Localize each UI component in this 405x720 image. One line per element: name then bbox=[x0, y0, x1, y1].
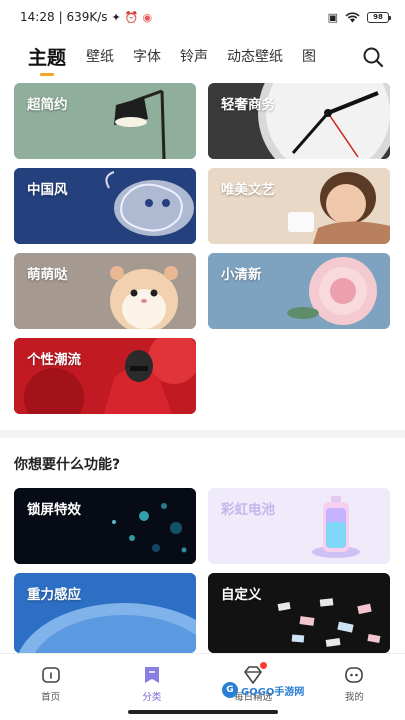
tab-live-wallpaper[interactable]: 动态壁纸 bbox=[227, 46, 283, 66]
tab-wallpaper[interactable]: 壁纸 bbox=[86, 46, 114, 66]
category-card-trendy[interactable]: 个性潮流 bbox=[14, 338, 196, 414]
tab-icon[interactable]: 图 bbox=[302, 46, 316, 66]
tab-theme[interactable]: 主题 bbox=[28, 43, 66, 76]
search-icon[interactable] bbox=[361, 45, 385, 69]
tab-font[interactable]: 字体 bbox=[133, 46, 161, 66]
status-bar: 14:28 | 639K/s ✦ ⏰ ◉ ▣ 98 bbox=[0, 0, 405, 34]
category-label: 唯美文艺 bbox=[221, 182, 275, 198]
function-label: 彩虹电池 bbox=[221, 502, 275, 518]
status-time: 14:28 bbox=[20, 10, 55, 24]
battery-icon: 98 bbox=[367, 11, 391, 23]
section-divider bbox=[0, 430, 405, 438]
category-card-cute[interactable]: 萌萌哒 bbox=[14, 253, 196, 329]
category-icon bbox=[144, 667, 159, 683]
function-label: 重力感应 bbox=[27, 587, 81, 603]
home-icon bbox=[41, 667, 60, 683]
nav-label: 分类 bbox=[142, 692, 162, 703]
app-notification-icon: ◉ bbox=[142, 10, 153, 24]
alarm-icon: ⏰ bbox=[124, 10, 139, 24]
category-label: 轻奢商务 bbox=[221, 97, 275, 113]
category-label: 萌萌哒 bbox=[27, 267, 68, 283]
function-card-custom[interactable]: 自定义 bbox=[208, 573, 390, 653]
watermark-logo-icon: G bbox=[222, 682, 238, 698]
tab-ringtone[interactable]: 铃声 bbox=[180, 46, 208, 66]
nav-profile[interactable]: 我的 bbox=[304, 654, 405, 720]
home-indicator bbox=[128, 710, 278, 714]
nav-label: 我的 bbox=[344, 692, 364, 703]
category-tabs: 主题 壁纸 字体 铃声 动态壁纸 图 bbox=[0, 36, 405, 76]
function-card-gravity-sensor[interactable]: 重力感应 bbox=[14, 573, 196, 653]
tab-fade bbox=[323, 36, 363, 76]
notification-icon: ✦ bbox=[111, 10, 121, 24]
network-speed: | 639K/s bbox=[58, 10, 108, 24]
category-card-artsy[interactable]: 唯美文艺 bbox=[208, 168, 390, 244]
category-card-fresh[interactable]: 小清新 bbox=[208, 253, 390, 329]
nav-home[interactable]: 首页 bbox=[0, 654, 101, 720]
category-label: 超简约 bbox=[27, 97, 68, 113]
category-card-chinese-style[interactable]: 中国风 bbox=[14, 168, 196, 244]
nav-label: 首页 bbox=[41, 692, 61, 703]
profile-icon bbox=[345, 667, 364, 683]
wifi-icon bbox=[345, 11, 360, 22]
watermark-text: GOGO手游网 bbox=[241, 686, 305, 698]
category-label: 中国风 bbox=[27, 182, 68, 198]
function-card-rainbow-battery[interactable]: 彩虹电池 bbox=[208, 488, 390, 564]
function-label: 自定义 bbox=[221, 587, 262, 603]
watermark: G GOGO手游网 bbox=[222, 682, 304, 698]
badge-dot bbox=[259, 662, 267, 669]
category-label: 个性潮流 bbox=[27, 352, 81, 368]
function-card-lockscreen-effects[interactable]: 锁屏特效 bbox=[14, 488, 196, 564]
function-section-title: 你想要什么功能? bbox=[14, 457, 121, 473]
function-label: 锁屏特效 bbox=[27, 502, 81, 518]
category-card-minimal[interactable]: 超简约 bbox=[14, 83, 196, 159]
category-label: 小清新 bbox=[221, 267, 262, 283]
sim-icon: ▣ bbox=[327, 10, 338, 24]
category-card-business[interactable]: 轻奢商务 bbox=[208, 83, 390, 159]
